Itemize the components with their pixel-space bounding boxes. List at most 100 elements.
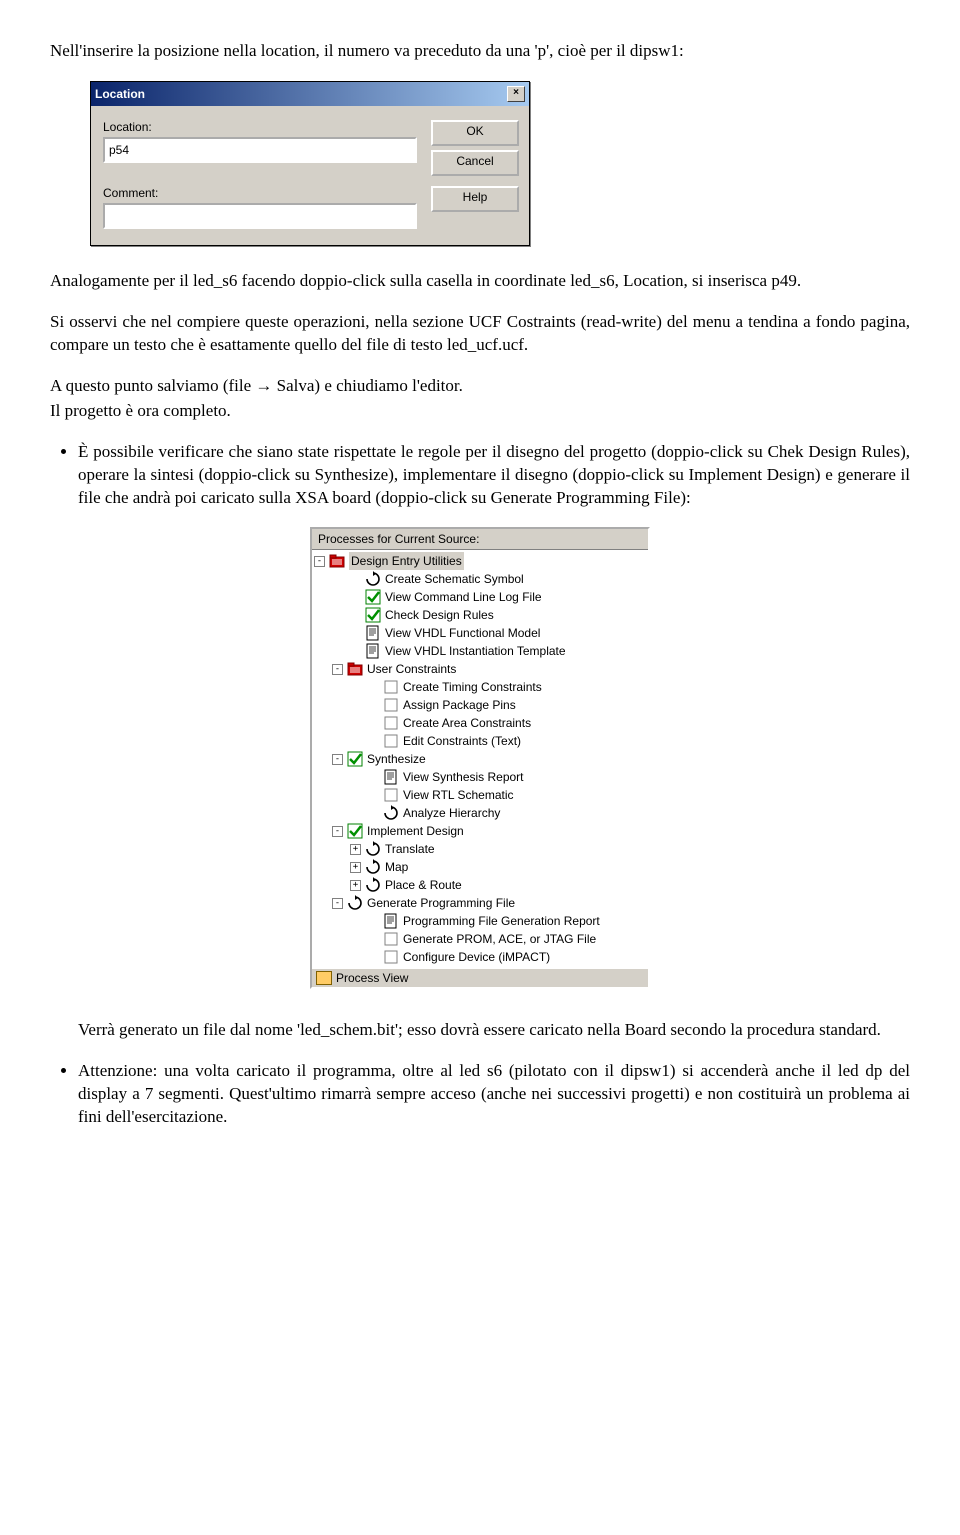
tree-item-label: Create Timing Constraints [403, 678, 542, 696]
blank-icon [383, 679, 399, 695]
help-button[interactable]: Help [431, 186, 519, 212]
paragraph: A questo punto salviamo (file → Salva) e… [50, 375, 910, 398]
cycle-icon [365, 859, 381, 875]
check-icon [365, 607, 381, 623]
processes-panel: Processes for Current Source: - Design En… [310, 527, 650, 989]
check-icon [347, 823, 363, 839]
tree-item-label: Edit Constraints (Text) [403, 732, 521, 750]
blank-icon [383, 949, 399, 965]
tree-item-label: Create Schematic Symbol [385, 570, 524, 588]
bullet-paragraph: È possibile verificare che siano state r… [78, 441, 910, 510]
tree-item-label: Programming File Generation Report [403, 912, 600, 930]
tree-item[interactable]: - Implement Design [314, 822, 648, 840]
collapse-icon[interactable]: - [332, 664, 343, 675]
tree-item-label: View RTL Schematic [403, 786, 514, 804]
tree-item-label: Synthesize [367, 750, 426, 768]
tree-item-label: Create Area Constraints [403, 714, 531, 732]
blank-icon [383, 787, 399, 803]
doc-icon [383, 913, 399, 929]
tree-item[interactable]: Analyze Hierarchy [314, 804, 648, 822]
comment-label: Comment: [103, 186, 417, 200]
cancel-button[interactable]: Cancel [431, 150, 519, 176]
tree-item[interactable]: - User Constraints [314, 660, 648, 678]
tree-item-label: Check Design Rules [385, 606, 494, 624]
doc-icon [383, 769, 399, 785]
tree-item[interactable]: View VHDL Instantiation Template [314, 642, 648, 660]
cycle-icon [347, 895, 363, 911]
tree-item[interactable]: + Place & Route [314, 876, 648, 894]
location-dialog: Location × Location: OK Cancel Comment: … [90, 81, 530, 246]
blank-icon [383, 931, 399, 947]
comment-input[interactable] [103, 203, 417, 229]
expand-icon[interactable]: + [350, 862, 361, 873]
tree-item-label: View Synthesis Report [403, 768, 524, 786]
check-icon [365, 589, 381, 605]
tree-item-label: User Constraints [367, 660, 456, 678]
tree-item-label: Map [385, 858, 408, 876]
tree-item-label: Configure Device (iMPACT) [403, 948, 550, 966]
tree-item[interactable]: Create Schematic Symbol [314, 570, 648, 588]
tree-item[interactable]: View RTL Schematic [314, 786, 648, 804]
tree-item-label: Generate PROM, ACE, or JTAG File [403, 930, 596, 948]
tree-item-label: Place & Route [385, 876, 462, 894]
panel-title: Processes for Current Source: [312, 529, 648, 550]
collapse-icon[interactable]: - [332, 898, 343, 909]
tree-item[interactable]: Assign Package Pins [314, 696, 648, 714]
blank-icon [383, 733, 399, 749]
doc-icon [365, 643, 381, 659]
cycle-icon [365, 571, 381, 587]
ok-button[interactable]: OK [431, 120, 519, 146]
tree-item[interactable]: Create Area Constraints [314, 714, 648, 732]
tree-item[interactable]: Configure Device (iMPACT) [314, 948, 648, 966]
location-label: Location: [103, 120, 417, 134]
panel-statusbar: Process View [312, 968, 648, 987]
folder-icon [347, 661, 363, 677]
tree-item[interactable]: - Design Entry Utilities [314, 552, 648, 570]
paragraph: Analogamente per il led_s6 facendo doppi… [50, 270, 910, 293]
tree-item[interactable]: + Map [314, 858, 648, 876]
paragraph-intro: Nell'inserire la posizione nella locatio… [50, 40, 910, 63]
tab-icon [316, 971, 332, 985]
status-text: Process View [336, 971, 408, 985]
expand-icon[interactable]: + [350, 844, 361, 855]
dialog-title: Location [95, 87, 145, 101]
collapse-icon[interactable]: - [332, 826, 343, 837]
tree-item[interactable]: Programming File Generation Report [314, 912, 648, 930]
close-icon[interactable]: × [507, 86, 525, 102]
collapse-icon[interactable]: - [314, 556, 325, 567]
tree-item[interactable]: + Translate [314, 840, 648, 858]
process-tree[interactable]: - Design Entry UtilitiesCreate Schematic … [312, 550, 648, 968]
tree-item-label: Translate [385, 840, 435, 858]
tree-item[interactable]: View Synthesis Report [314, 768, 648, 786]
paragraph: Verrà generato un file dal nome 'led_sch… [50, 1019, 910, 1042]
tree-item-label: View VHDL Instantiation Template [385, 642, 566, 660]
tree-item[interactable]: Check Design Rules [314, 606, 648, 624]
tree-item-label: Design Entry Utilities [349, 552, 464, 570]
collapse-icon[interactable]: - [332, 754, 343, 765]
tree-item-label: Generate Programming File [367, 894, 515, 912]
folder-icon [329, 553, 345, 569]
paragraph: Il progetto è ora completo. [50, 400, 910, 423]
tree-item[interactable]: Create Timing Constraints [314, 678, 648, 696]
cycle-icon [383, 805, 399, 821]
tree-item-label: Assign Package Pins [403, 696, 516, 714]
tree-item[interactable]: Edit Constraints (Text) [314, 732, 648, 750]
expand-icon[interactable]: + [350, 880, 361, 891]
bullet-paragraph: Attenzione: una volta caricato il progra… [78, 1060, 910, 1129]
blank-icon [383, 715, 399, 731]
tree-item[interactable]: - Generate Programming File [314, 894, 648, 912]
location-input[interactable] [103, 137, 417, 163]
cycle-icon [365, 841, 381, 857]
paragraph: Si osservi che nel compiere queste opera… [50, 311, 910, 357]
dialog-titlebar: Location × [91, 82, 529, 106]
tree-item[interactable]: View Command Line Log File [314, 588, 648, 606]
tree-item-label: Analyze Hierarchy [403, 804, 500, 822]
tree-item[interactable]: - Synthesize [314, 750, 648, 768]
tree-item[interactable]: View VHDL Functional Model [314, 624, 648, 642]
check-icon [347, 751, 363, 767]
tree-item-label: View VHDL Functional Model [385, 624, 540, 642]
tree-item[interactable]: Generate PROM, ACE, or JTAG File [314, 930, 648, 948]
doc-icon [365, 625, 381, 641]
tree-item-label: Implement Design [367, 822, 464, 840]
cycle-icon [365, 877, 381, 893]
